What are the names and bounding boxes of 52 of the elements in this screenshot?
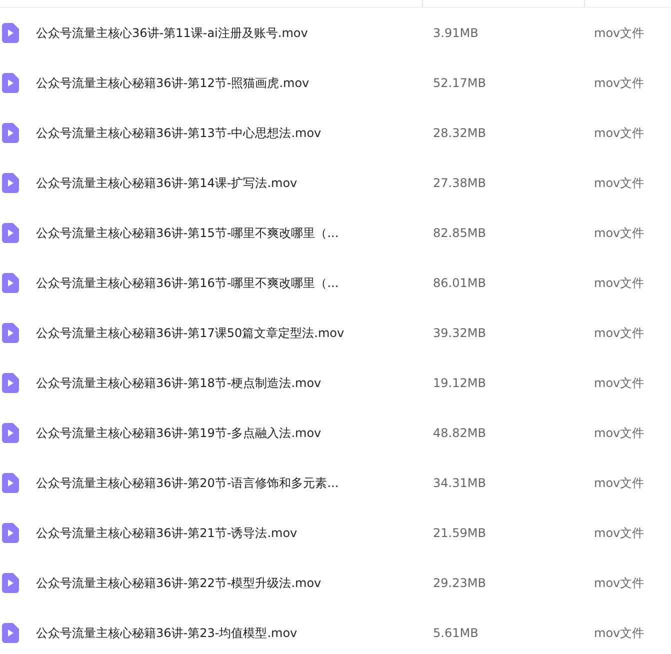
file-size: 28.32MB [433,125,487,142]
file-name[interactable]: 公众号流量主核心秘籍36讲-第16节-哪里不爽改哪里（... [36,274,421,292]
video-file-icon [2,573,19,593]
file-type: mov文件 [594,475,644,492]
file-size: 21.59MB [433,525,487,542]
file-name[interactable]: 公众号流量主核心秘籍36讲-第20节-语言修饰和多元素... [36,474,421,492]
file-name[interactable]: 公众号流量主核心秘籍36讲-第15节-哪里不爽改哪里（... [36,224,421,242]
video-file-icon [2,523,19,543]
file-name[interactable]: 公众号流量主核心秘籍36讲-第17课50篇文章定型法.mov [36,324,421,342]
file-type: mov文件 [594,425,644,442]
video-file-icon [2,223,19,243]
file-size: 86.01MB [433,275,487,292]
video-file-icon [2,123,19,143]
video-file-icon [2,373,19,393]
file-type: mov文件 [594,175,644,192]
file-type: mov文件 [594,25,644,42]
file-name[interactable]: 公众号流量主核心秘籍36讲-第19节-多点融入法.mov [36,424,421,442]
file-size: 34.31MB [433,475,487,492]
file-name[interactable]: 公众号流量主核心秘籍36讲-第12节-照猫画虎.mov [36,74,421,92]
file-size: 27.38MB [433,175,487,192]
file-name[interactable]: 公众号流量主核心秘籍36讲-第22节-模型升级法.mov [36,574,421,592]
video-file-icon [2,273,19,293]
video-file-icon [2,473,19,493]
file-size: 3.91MB [433,25,480,42]
file-type: mov文件 [594,325,644,342]
file-type: mov文件 [594,275,644,292]
video-file-icon [2,173,19,193]
video-file-icon [2,73,19,93]
file-name[interactable]: 公众号流量主核心秘籍36讲-第21节-诱导法.mov [36,524,421,542]
file-name[interactable]: 公众号流量主核心36讲-第11课-ai注册及账号.mov [36,24,421,42]
file-name[interactable]: 公众号流量主核心秘籍36讲-第13节-中心思想法.mov [36,124,421,142]
file-type: mov文件 [594,525,644,542]
file-size: 19.12MB [433,375,487,392]
video-file-icon [2,323,19,343]
file-size: 29.23MB [433,575,487,592]
file-name[interactable]: 公众号流量主核心秘籍36讲-第18节-梗点制造法.mov [36,374,421,392]
file-size: 39.32MB [433,325,487,342]
file-name[interactable]: 公众号流量主核心秘籍36讲-第23-均值模型.mov [36,624,421,642]
file-size: 52.17MB [433,75,487,92]
file-type: mov文件 [594,125,644,142]
file-size: 5.61MB [433,625,480,642]
file-type: mov文件 [594,225,644,242]
file-name[interactable]: 公众号流量主核心秘籍36讲-第14课-扩写法.mov [36,174,421,192]
file-type: mov文件 [594,575,644,592]
file-type: mov文件 [594,625,644,642]
video-file-icon [2,23,19,43]
file-size: 82.85MB [433,225,487,242]
file-size: 48.82MB [433,425,487,442]
file-type: mov文件 [594,375,644,392]
video-file-icon [2,623,19,643]
video-file-icon [2,423,19,443]
file-type: mov文件 [594,75,644,92]
